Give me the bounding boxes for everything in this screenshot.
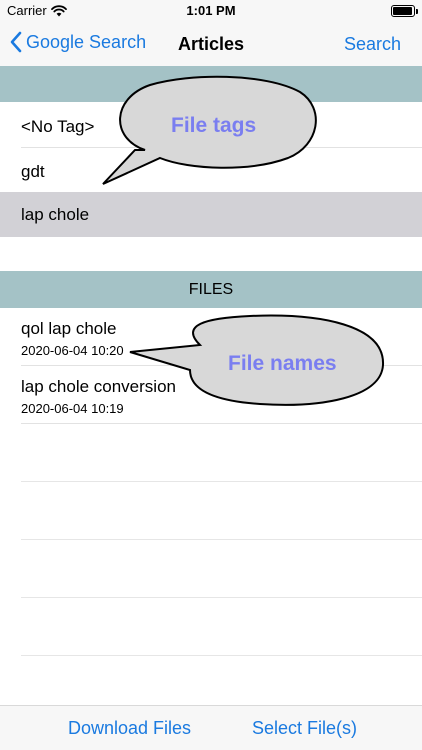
download-files-button[interactable]: Download Files xyxy=(68,718,191,739)
tag-row-lap-chole[interactable]: lap chole xyxy=(0,192,422,237)
tag-row-gdt[interactable]: gdt xyxy=(0,148,422,192)
file-name: qol lap chole xyxy=(21,319,117,338)
file-name: lap chole conversion xyxy=(21,377,176,396)
navigation-bar: Google Search Articles Search xyxy=(0,22,422,66)
empty-row-separator xyxy=(21,655,422,656)
empty-row-separator xyxy=(21,481,422,482)
file-tags-callout-label: File tags xyxy=(171,114,257,137)
empty-row-separator xyxy=(21,539,422,540)
tags-section-header xyxy=(0,66,422,102)
tag-label: <No Tag> xyxy=(21,117,95,136)
file-row[interactable]: lap chole conversion 2020-06-04 10:19 xyxy=(0,366,422,424)
status-bar: Carrier 1:01 PM xyxy=(0,0,422,22)
files-section-header: FILES xyxy=(0,271,422,308)
battery-icon xyxy=(391,5,418,17)
tag-label: gdt xyxy=(21,162,45,181)
bottom-toolbar: Download Files Select File(s) xyxy=(0,705,422,750)
empty-row-separator xyxy=(21,597,422,598)
search-button[interactable]: Search xyxy=(344,34,401,55)
status-time: 1:01 PM xyxy=(186,3,236,18)
select-files-button[interactable]: Select File(s) xyxy=(252,718,357,739)
file-row[interactable]: qol lap chole 2020-06-04 10:20 xyxy=(0,308,422,366)
file-names-callout-label: File names xyxy=(228,352,337,375)
file-date: 2020-06-04 10:20 xyxy=(21,343,124,358)
file-date: 2020-06-04 10:19 xyxy=(21,401,124,416)
tag-label: lap chole xyxy=(21,205,90,224)
